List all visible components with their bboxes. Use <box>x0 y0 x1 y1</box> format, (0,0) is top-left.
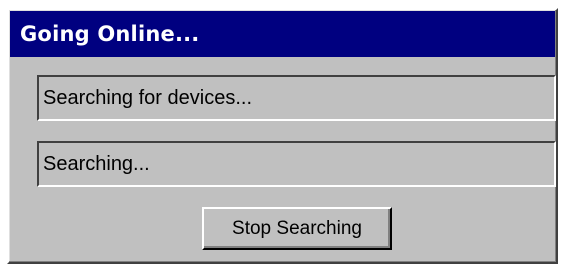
going-online-dialog: Going Online... Searching for devices...… <box>7 8 558 264</box>
device-search-status-text: Searching for devices... <box>43 86 252 109</box>
dialog-title: Going Online... <box>20 22 200 46</box>
device-search-status-field: Searching for devices... <box>37 75 556 121</box>
stop-searching-button[interactable]: Stop Searching <box>202 207 392 250</box>
title-bar[interactable]: Going Online... <box>10 11 555 57</box>
search-progress-status-text: Searching... <box>43 152 150 175</box>
search-progress-status-field: Searching... <box>37 141 556 187</box>
